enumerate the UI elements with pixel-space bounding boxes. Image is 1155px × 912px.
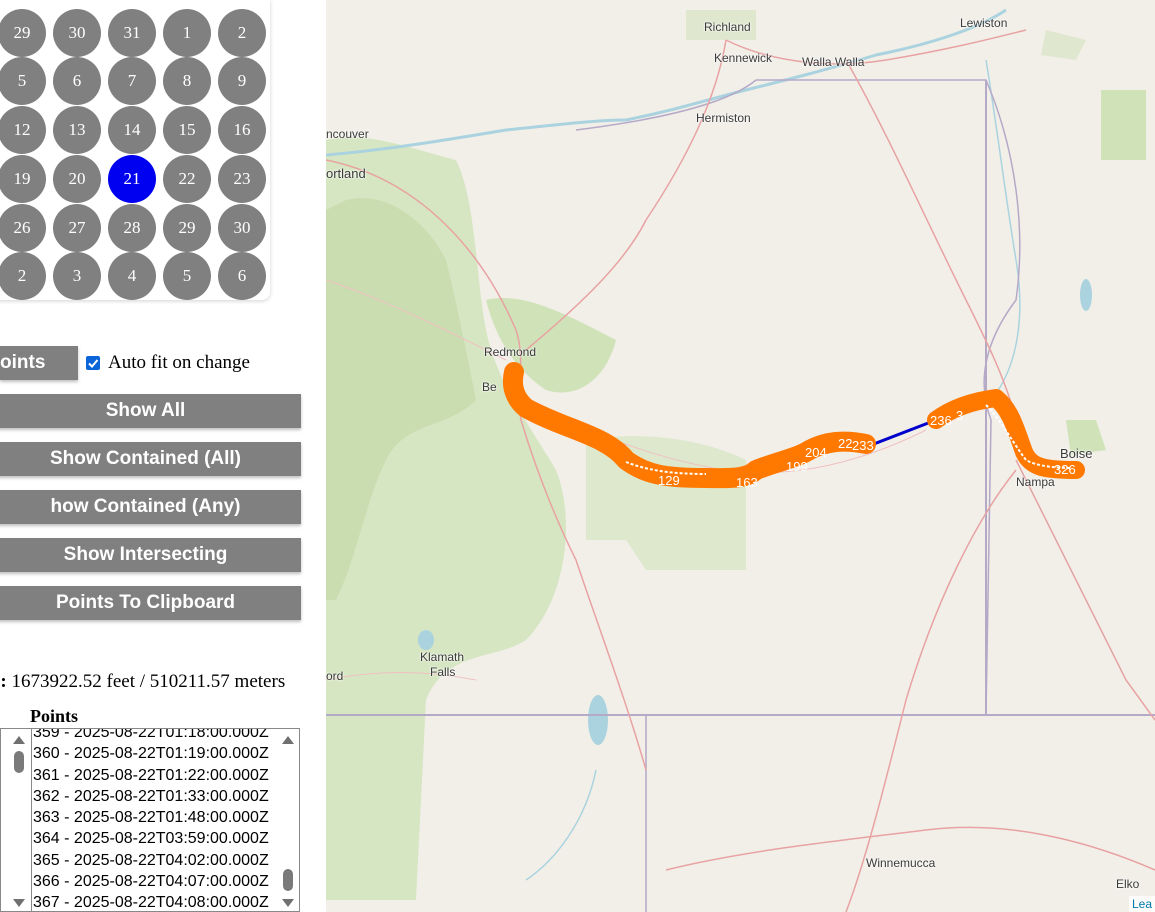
calendar-day[interactable]: 26	[0, 204, 46, 252]
route-marker-label: 22	[838, 436, 853, 451]
auto-fit-toggle[interactable]: Auto fit on change	[86, 352, 250, 374]
calendar-day[interactable]: 2	[218, 9, 266, 57]
route-marker-label: 233	[852, 438, 874, 453]
list-item[interactable]: 367 - 2025-08-22T04:08:00.000Z	[33, 892, 269, 911]
city-label: Nampa	[1016, 475, 1055, 489]
calendar-day[interactable]: 7	[108, 57, 156, 105]
right-scrollbar[interactable]	[279, 729, 299, 911]
city-label: Walla Walla	[802, 55, 865, 69]
checkmark-icon	[88, 359, 99, 368]
list-item[interactable]: 359 - 2025-08-22T01:18:00.000Z	[33, 729, 269, 743]
city-label: ord	[326, 669, 344, 683]
distance-value: 1673922.52 feet / 510211.57 meters	[11, 671, 286, 692]
show-all-button[interactable]: Show All	[0, 394, 301, 428]
calendar-day[interactable]: 23	[218, 155, 266, 203]
calendar-day-selected[interactable]: 21	[108, 155, 156, 203]
list-item[interactable]: 360 - 2025-08-22T01:19:00.000Z	[33, 743, 269, 764]
calendar-day[interactable]: 30	[218, 204, 266, 252]
city-label: Be	[482, 380, 497, 394]
list-item[interactable]: 366 - 2025-08-22T04:07:00.000Z	[33, 871, 269, 892]
city-label: Falls	[430, 665, 456, 679]
route-marker-label: 129	[658, 473, 680, 488]
auto-fit-checkbox[interactable]	[86, 356, 100, 370]
left-scrollbar[interactable]	[1, 729, 32, 911]
scroll-up-icon[interactable]	[13, 736, 25, 744]
points-header: Points	[30, 706, 79, 726]
calendar-day[interactable]: 20	[53, 155, 101, 203]
points-list: 359 - 2025-08-22T01:18:00.000Z 360 - 202…	[33, 729, 269, 911]
calendar-day[interactable]: 16	[218, 106, 266, 154]
scroll-thumb[interactable]	[14, 751, 24, 773]
calendar: 29 30 31 1 2 5 6 7 8 9 12 13 14 15 16 19…	[0, 0, 270, 300]
show-contained-any-button[interactable]: how Contained (Any)	[0, 490, 301, 524]
calendar-day[interactable]: 9	[218, 57, 266, 105]
route-marker-label: 199	[786, 459, 808, 474]
city-label: Kennewick	[714, 51, 773, 65]
map-attribution-link[interactable]: Lea	[1128, 896, 1155, 912]
list-item[interactable]: 361 - 2025-08-22T01:22:00.000Z	[33, 765, 269, 786]
scroll-thumb[interactable]	[283, 869, 293, 891]
calendar-day[interactable]: 6	[218, 252, 266, 300]
calendar-day[interactable]: 29	[0, 9, 46, 57]
calendar-day[interactable]: 30	[53, 9, 101, 57]
city-label: Elko	[1116, 877, 1140, 891]
calendar-day[interactable]: 27	[53, 204, 101, 252]
calendar-day[interactable]: 5	[163, 252, 211, 300]
route-marker-label: 326	[1054, 462, 1076, 477]
list-item[interactable]: 365 - 2025-08-22T04:02:00.000Z	[33, 850, 269, 871]
calendar-day[interactable]: 12	[0, 106, 46, 154]
scroll-down-icon[interactable]	[13, 899, 25, 907]
route-marker-label: 163	[736, 475, 758, 490]
calendar-day[interactable]: 19	[0, 155, 46, 203]
map-base-layer	[326, 8, 1155, 912]
city-label: Klamath	[420, 650, 465, 664]
city-label: Hermiston	[696, 111, 751, 125]
points-listbox[interactable]: 359 - 2025-08-22T01:18:00.000Z 360 - 202…	[0, 728, 300, 912]
calendar-day[interactable]: 8	[163, 57, 211, 105]
city-label: Lewiston	[960, 16, 1008, 30]
calendar-day[interactable]: 31	[108, 9, 156, 57]
distance-label: e:	[0, 671, 7, 692]
points-to-clipboard-button[interactable]: Points To Clipboard	[0, 586, 301, 620]
calendar-day[interactable]: 13	[53, 106, 101, 154]
show-intersecting-button[interactable]: Show Intersecting	[0, 538, 301, 572]
scroll-down-icon[interactable]	[282, 899, 294, 907]
auto-fit-label: Auto fit on change	[108, 352, 250, 373]
calendar-day[interactable]: 29	[163, 204, 211, 252]
calendar-day[interactable]: 5	[0, 57, 46, 105]
points-button[interactable]: oints	[0, 346, 78, 380]
city-label: ncouver	[326, 127, 369, 141]
route-connector	[865, 418, 937, 449]
left-panel: 29 30 31 1 2 5 6 7 8 9 12 13 14 15 16 19…	[0, 0, 326, 912]
route-marker-label: 3	[956, 408, 964, 423]
list-item[interactable]: 362 - 2025-08-22T01:33:00.000Z	[33, 786, 269, 807]
show-contained-all-button[interactable]: Show Contained (All)	[0, 442, 301, 476]
route-marker-label: 204	[805, 445, 827, 460]
calendar-day[interactable]: 14	[108, 106, 156, 154]
list-item[interactable]: 363 - 2025-08-22T01:48:00.000Z	[33, 807, 269, 828]
city-label: Winnemucca	[866, 856, 936, 870]
calendar-day[interactable]: 3	[53, 252, 101, 300]
route-marker-label: 236	[930, 413, 952, 428]
city-label: Boise	[1060, 446, 1093, 461]
list-item[interactable]: 364 - 2025-08-22T03:59:00.000Z	[33, 828, 269, 849]
scroll-up-icon[interactable]	[282, 736, 294, 744]
calendar-day[interactable]: 1	[163, 9, 211, 57]
city-label: Redmond	[484, 345, 537, 359]
calendar-day[interactable]: 4	[108, 252, 156, 300]
calendar-day[interactable]: 28	[108, 204, 156, 252]
calendar-day[interactable]: 6	[53, 57, 101, 105]
calendar-day[interactable]: 22	[163, 155, 211, 203]
distance-readout: e: 1673922.52 feet / 510211.57 meters	[0, 671, 285, 693]
calendar-day[interactable]: 2	[0, 252, 46, 300]
city-label: ortland	[326, 166, 366, 181]
city-label: Richland	[704, 20, 751, 34]
calendar-day[interactable]: 15	[163, 106, 211, 154]
map[interactable]: Richland Kennewick Walla Walla Lewiston …	[326, 0, 1155, 912]
